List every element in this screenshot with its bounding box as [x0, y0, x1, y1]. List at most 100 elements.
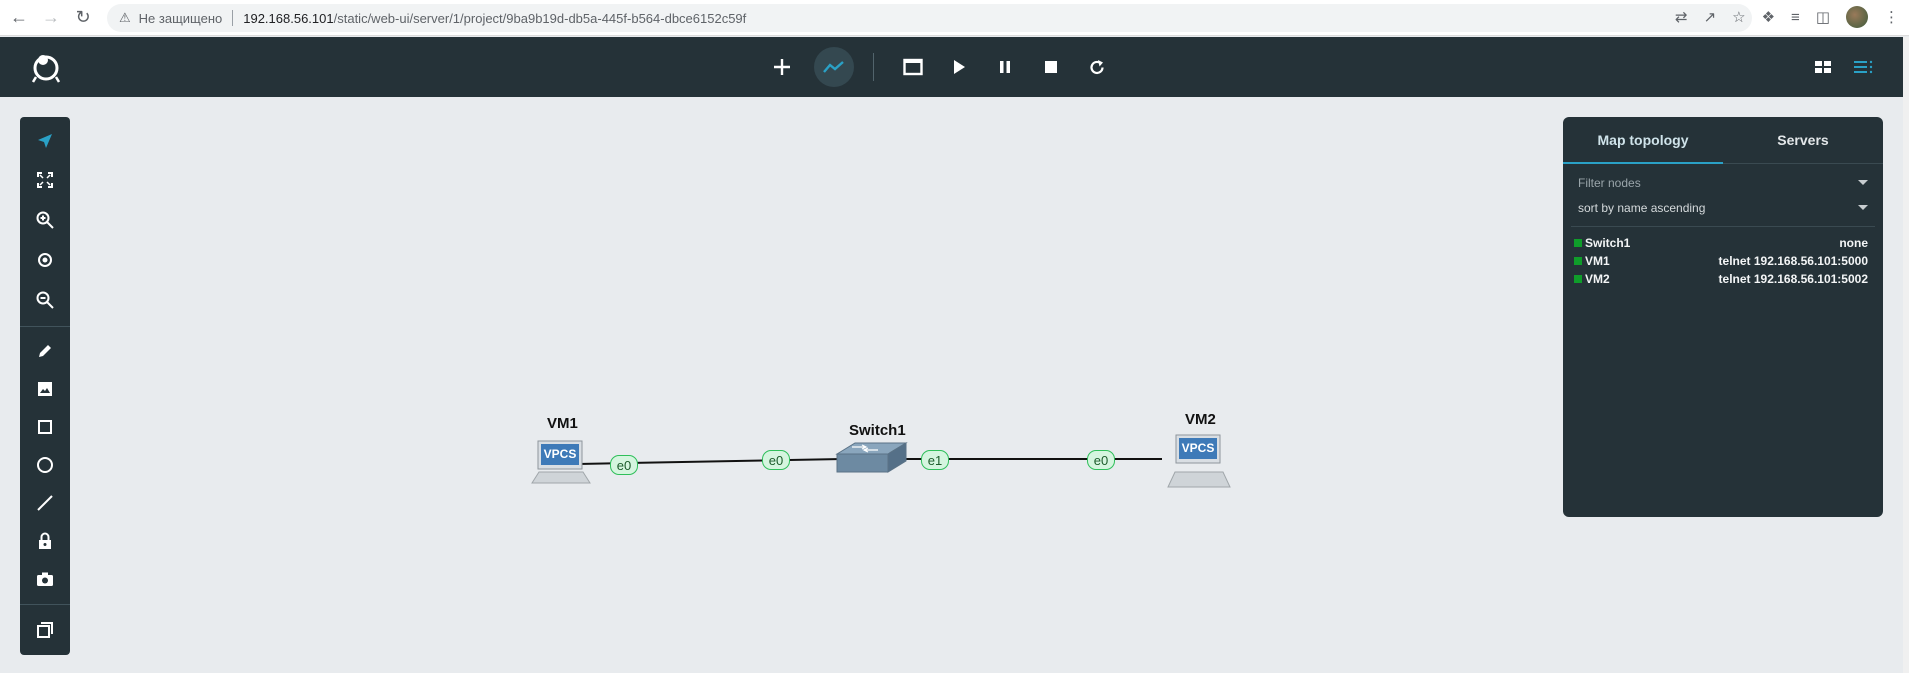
fit-to-screen-button[interactable] — [20, 162, 70, 198]
list-item[interactable]: Switch1 none — [1574, 234, 1868, 252]
line-icon — [37, 495, 53, 511]
stop-all-button[interactable] — [1036, 52, 1066, 82]
node-name: Switch1 — [1585, 236, 1631, 250]
filter-nodes-select[interactable]: Filter nodes — [1578, 170, 1868, 195]
circle-icon — [37, 457, 53, 473]
node-console: telnet 192.168.56.101:5000 — [1718, 254, 1868, 268]
sort-select[interactable]: sort by name ascending — [1578, 195, 1868, 220]
topology-summary-panel: Map topology Servers Filter nodes sort b… — [1563, 117, 1883, 517]
address-divider — [232, 10, 234, 26]
reset-zoom-button[interactable] — [20, 242, 70, 278]
forward-icon[interactable]: → — [38, 5, 64, 31]
port-label-vm1-e0[interactable]: e0 — [610, 455, 638, 475]
list-item[interactable]: VM2 telnet 192.168.56.101:5002 — [1574, 270, 1868, 288]
extensions-icon[interactable]: ❖ — [1762, 8, 1775, 26]
start-all-button[interactable] — [944, 52, 974, 82]
app-toolbar — [0, 37, 1903, 97]
stop-icon — [1045, 61, 1057, 73]
side-panel-icon[interactable]: ◫ — [1816, 8, 1830, 26]
zoom-in-button[interactable] — [20, 202, 70, 238]
tools-divider — [20, 326, 70, 327]
draw-tool[interactable] — [20, 333, 70, 369]
chevron-down-icon — [1858, 205, 1868, 210]
rectangle-tool[interactable] — [20, 409, 70, 445]
tools-divider-2 — [20, 604, 70, 605]
zoom-out-icon — [36, 291, 54, 309]
pencil-icon — [39, 345, 51, 357]
port-label-switch1-e1[interactable]: e1 — [921, 450, 949, 470]
vm1-label[interactable]: VM1 — [547, 415, 578, 432]
fullscreen-icon — [37, 172, 53, 188]
switch1-node-icon[interactable] — [835, 442, 908, 473]
chevron-down-icon — [1858, 180, 1868, 185]
layers-tool[interactable] — [20, 612, 70, 648]
node-name: VM1 — [1585, 254, 1610, 268]
tab-servers[interactable]: Servers — [1723, 117, 1883, 163]
reading-list-icon[interactable]: ≡ — [1791, 9, 1800, 26]
tab-map-topology[interactable]: Map topology — [1563, 117, 1723, 164]
vm1-vpcs-text: VPCS — [543, 447, 577, 461]
reload-all-button[interactable] — [1082, 52, 1112, 82]
ellipse-tool[interactable] — [20, 447, 70, 483]
profile-avatar[interactable] — [1846, 6, 1868, 28]
status-started-icon — [1574, 257, 1582, 265]
port-label-switch1-e0[interactable]: e0 — [762, 450, 790, 470]
insert-image-tool[interactable] — [20, 371, 70, 407]
navigation-arrow-icon — [38, 134, 52, 148]
camera-icon — [37, 572, 53, 586]
lock-icon — [39, 532, 51, 549]
panel-tabs: Map topology Servers — [1563, 117, 1883, 164]
topology-summary-button[interactable] — [1848, 52, 1878, 82]
grid-view-button[interactable] — [1808, 52, 1838, 82]
url-host: 192.168.56.101 — [243, 10, 334, 26]
show-links-button[interactable] — [814, 47, 854, 87]
lock-tool[interactable] — [20, 523, 70, 559]
suspend-all-button[interactable] — [990, 52, 1020, 82]
vm2-vpcs-text: VPCS — [1181, 441, 1215, 455]
add-node-button[interactable] — [767, 52, 797, 82]
gns3-logo-icon[interactable] — [30, 50, 62, 84]
browser-menu-icon[interactable]: ⋮ — [1884, 8, 1899, 26]
browser-actions: ⇄ ↗ ☆ ❖ ≡ ◫ ⋮ — [1675, 6, 1899, 28]
port-label-vm2-e0[interactable]: e0 — [1087, 450, 1115, 470]
sort-value: sort by name ascending — [1578, 200, 1706, 215]
warning-icon[interactable]: ⚠ — [119, 10, 131, 26]
node-console: none — [1839, 236, 1868, 250]
console-button[interactable] — [898, 52, 928, 82]
status-started-icon — [1574, 275, 1582, 283]
reload-icon[interactable]: ↻ — [70, 5, 96, 31]
drawing-tools-panel — [20, 117, 70, 655]
bookmark-star-icon[interactable]: ☆ — [1732, 8, 1745, 26]
translate-icon[interactable]: ⇄ — [1675, 8, 1688, 26]
back-icon[interactable]: ← — [6, 5, 32, 31]
status-started-icon — [1574, 239, 1582, 247]
window-icon — [903, 58, 923, 76]
list-item[interactable]: VM1 telnet 192.168.56.101:5000 — [1574, 252, 1868, 270]
link-chart-icon — [823, 61, 844, 73]
share-icon[interactable]: ↗ — [1704, 8, 1717, 26]
select-tool[interactable] — [20, 123, 70, 159]
list-divider — [1571, 226, 1875, 227]
screenshot-tool[interactable] — [20, 561, 70, 597]
browser-toolbar: ← → ↻ ⚠ Не защищено 192.168.56.101/stati… — [0, 0, 1909, 36]
filter-nodes-placeholder: Filter nodes — [1578, 175, 1641, 190]
square-icon — [38, 420, 52, 434]
zoom-out-button[interactable] — [20, 282, 70, 318]
url-path: /static/web-ui/server/1/project/9ba9b19d… — [333, 10, 747, 26]
toolbar-divider — [873, 53, 874, 81]
reload-icon — [1090, 60, 1104, 74]
play-icon — [954, 60, 965, 74]
address-bar[interactable]: ⚠ Не защищено 192.168.56.101/static/web-… — [107, 4, 1752, 32]
line-tool[interactable] — [20, 485, 70, 521]
security-label: Не защищено — [138, 10, 223, 26]
switch1-label[interactable]: Switch1 — [849, 422, 906, 439]
target-icon — [38, 253, 52, 267]
zoom-in-icon — [36, 211, 54, 229]
pause-icon — [1000, 61, 1010, 73]
image-icon — [38, 382, 52, 396]
grid-icon — [1815, 61, 1831, 73]
node-name: VM2 — [1585, 272, 1610, 286]
page-scrollbar[interactable] — [1903, 37, 1909, 673]
vm2-label[interactable]: VM2 — [1185, 411, 1216, 428]
layers-icon — [37, 622, 53, 638]
